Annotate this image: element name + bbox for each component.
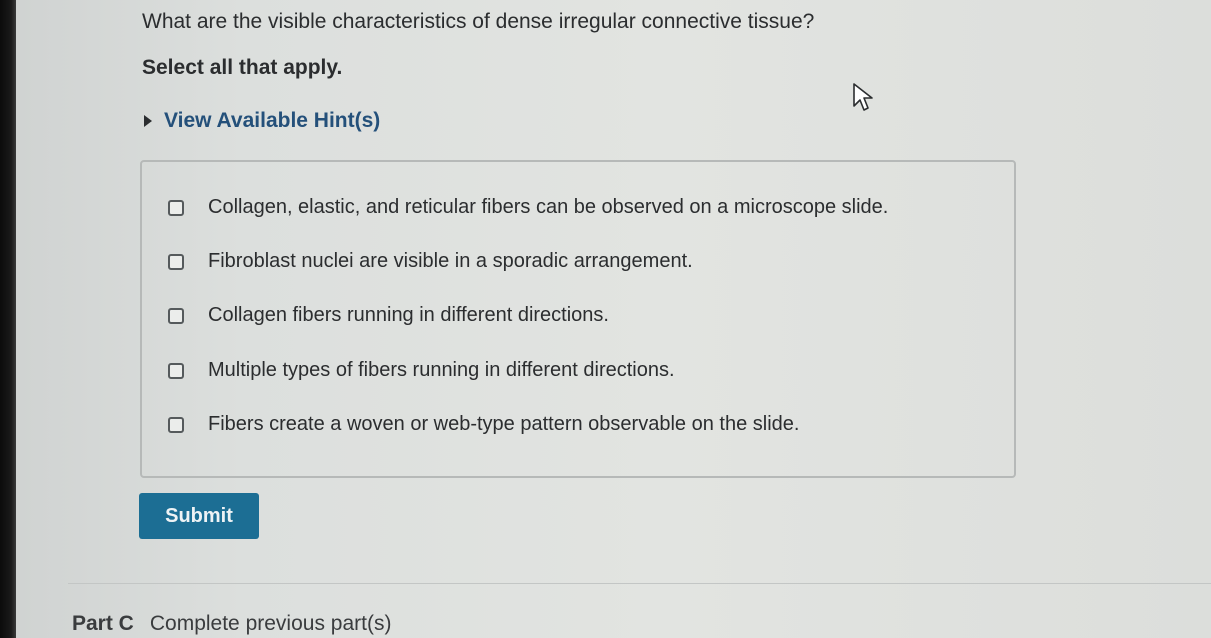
answer-options-group: Collagen, elastic, and reticular fibers … [140,160,1016,478]
option-4[interactable]: Multiple types of fibers running in diff… [168,359,675,382]
view-hints-label: View Available Hint(s) [164,109,381,132]
next-part-row[interactable]: Part C Complete previous part(s) [72,612,391,636]
caret-right-icon [144,115,152,127]
part-label: Part C [72,612,134,635]
view-hints-toggle[interactable]: View Available Hint(s) [144,109,380,133]
option-3[interactable]: Collagen fibers running in different dir… [168,304,609,327]
option-label: Fibers create a woven or web-type patter… [208,413,800,435]
part-status: Complete previous part(s) [149,612,392,635]
checkbox[interactable] [168,362,184,379]
screen-bezel [0,0,16,638]
option-label: Multiple types of fibers running in diff… [208,359,675,381]
checkbox[interactable] [168,416,184,433]
option-5[interactable]: Fibers create a woven or web-type patter… [168,413,799,436]
section-divider [68,583,1211,584]
option-label: Collagen fibers running in different dir… [208,304,609,326]
question-text: What are the visible characteristics of … [142,10,815,33]
option-2[interactable]: Fibroblast nuclei are visible in a spora… [168,250,693,273]
mouse-cursor-icon [853,83,873,111]
option-label: Collagen, elastic, and reticular fibers … [208,196,889,218]
option-1[interactable]: Collagen, elastic, and reticular fibers … [168,196,888,219]
option-label: Fibroblast nuclei are visible in a spora… [208,250,693,272]
submit-button[interactable]: Submit [139,493,259,539]
checkbox[interactable] [168,307,184,324]
checkbox[interactable] [168,253,184,270]
instruction-text: Select all that apply. [142,56,343,79]
checkbox[interactable] [168,199,184,216]
